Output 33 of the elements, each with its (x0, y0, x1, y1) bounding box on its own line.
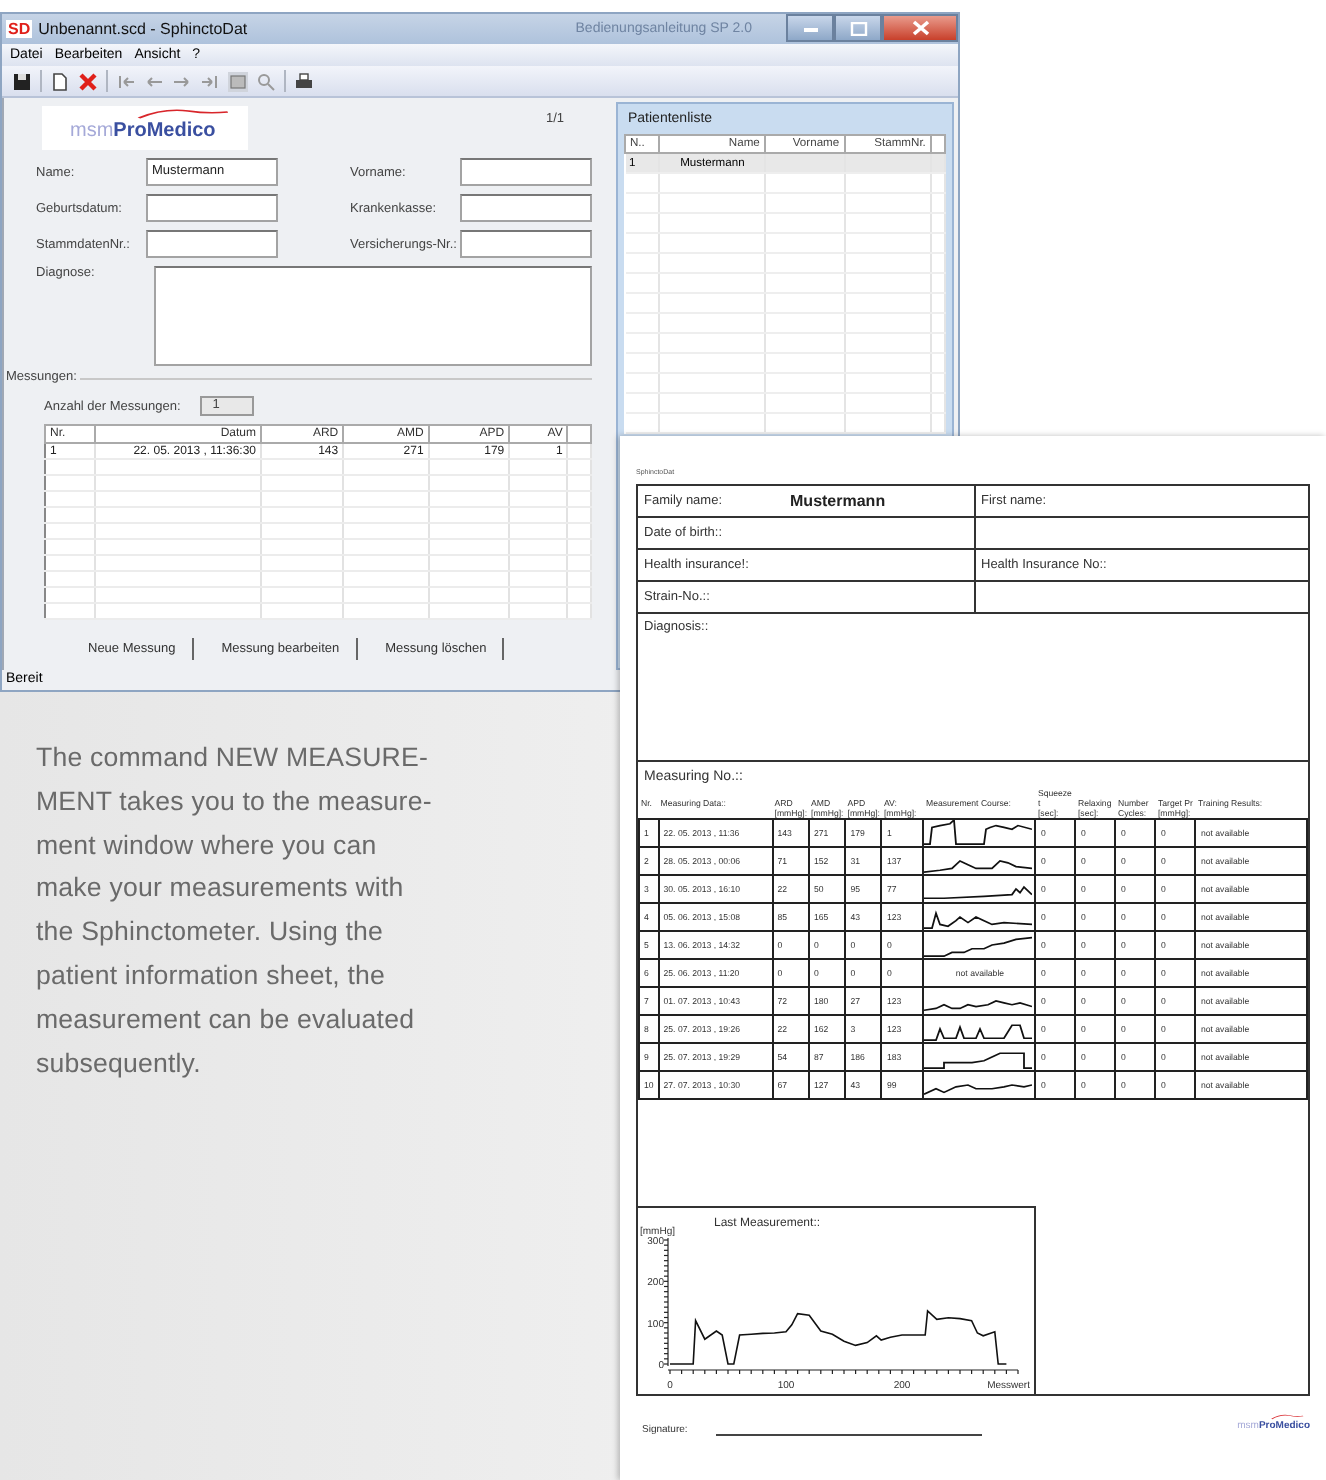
window-title: Unbenannt.scd - SphinctoDat (38, 20, 248, 38)
first-icon[interactable] (116, 71, 136, 91)
description-text: The command NEW MEASURE- MENT takes you to the measure- ment window where you can make your measurements with the Sphinctometer. Using the patient information sheet, the measurement can be evaluated subsequently. (36, 740, 434, 1082)
input-field[interactable] (146, 230, 278, 258)
next-icon[interactable] (172, 71, 192, 91)
pressure-sparkline (924, 932, 1033, 958)
close-icon (911, 20, 929, 36)
input-field[interactable] (146, 194, 278, 222)
maximize-icon (849, 21, 867, 35)
close-button[interactable] (882, 14, 958, 42)
logo-prefix: msm (70, 120, 114, 142)
printer-icon[interactable] (294, 71, 314, 91)
field-value: Mustermann (790, 492, 886, 510)
list-icon[interactable] (228, 71, 248, 91)
delete-icon[interactable] (78, 71, 98, 91)
logo-name: ProMedico (113, 120, 216, 142)
swoosh-icon (134, 108, 234, 120)
maximize-button[interactable] (834, 14, 882, 42)
input-field[interactable] (460, 194, 592, 222)
minimize-button[interactable] (786, 14, 834, 42)
input-field[interactable] (460, 230, 592, 258)
save-icon[interactable] (12, 71, 32, 91)
new-document-icon[interactable] (50, 71, 70, 91)
search-icon[interactable] (256, 71, 276, 91)
swoosh-icon (1269, 1413, 1305, 1419)
input-field[interactable] (460, 158, 592, 186)
diagnosis-field[interactable] (154, 266, 592, 366)
last-icon[interactable] (200, 71, 220, 91)
y-axis (663, 1237, 669, 1367)
app-logo-icon: SD (6, 20, 33, 38)
minimize-icon (801, 22, 819, 34)
previous-icon[interactable] (144, 71, 164, 91)
pressure-sparkline (924, 820, 1033, 846)
